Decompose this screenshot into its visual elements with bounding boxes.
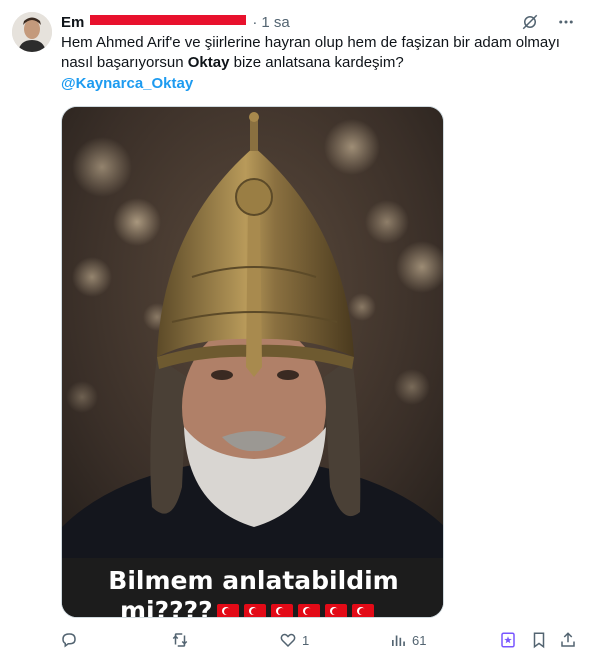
highlight-icon — [499, 631, 517, 649]
flag-emoji-row — [216, 603, 374, 617]
timestamp[interactable]: 1 sa — [261, 14, 289, 31]
like-count: 1 — [302, 632, 310, 648]
grok-icon[interactable] — [520, 12, 540, 32]
tweet-text-line1: Hem Ahmed Arif'e ve şiirlerine hayran ol… — [61, 34, 560, 51]
highlight-button[interactable] — [499, 626, 517, 654]
turkey-flag-icon — [351, 603, 374, 617]
tweet[interactable]: Em · 1 sa Hem Ahmed Arif'e ve şiirlerine… — [0, 0, 590, 661]
image-caption-line1: Bilmem anlatabildim — [108, 566, 399, 595]
tweet-text-part: nasıl başarıyorsun — [61, 54, 188, 71]
tweet-text-part: bize anlatsana kardeşim? — [229, 54, 404, 71]
separator-dot: · — [252, 13, 258, 31]
turkey-flag-icon — [216, 603, 239, 617]
reply-button[interactable] — [60, 626, 83, 654]
image-caption-line2: mi???? — [120, 596, 374, 618]
share-icon — [559, 631, 577, 649]
tweet-text: Hem Ahmed Arif'e ve şiirlerine hayran ol… — [61, 33, 571, 73]
turkey-flag-icon — [324, 603, 347, 617]
share-button[interactable] — [559, 626, 577, 654]
redaction-bar — [90, 15, 247, 25]
reply-icon — [60, 631, 78, 649]
like-button[interactable]: 1 — [279, 626, 309, 654]
tweet-text-bold: Oktay — [187, 54, 230, 71]
avatar[interactable] — [12, 12, 52, 52]
author-name[interactable]: Em — [61, 14, 84, 31]
tweet-image[interactable]: Bilmem anlatabildim mi???? — [61, 106, 444, 618]
image-caption-text: mi???? — [120, 596, 213, 618]
more-icon[interactable] — [556, 12, 576, 32]
retweet-button[interactable] — [170, 626, 195, 654]
like-icon — [279, 631, 297, 649]
helmet-portrait-image — [62, 107, 443, 617]
tweet-text-line2: nasıl başarıyorsun Oktay bize anlatsana … — [61, 53, 571, 73]
tweet-header: Em · 1 sa — [61, 12, 290, 32]
turkey-flag-icon — [270, 603, 293, 617]
turkey-flag-icon — [297, 603, 320, 617]
turkey-flag-icon — [243, 603, 266, 617]
tweet-top-icons — [520, 12, 576, 32]
views-button[interactable]: 61 — [389, 626, 426, 654]
tweet-actions: 1 61 — [54, 626, 584, 654]
bookmark-icon — [530, 631, 548, 649]
views-count: 61 — [412, 632, 427, 648]
views-icon — [389, 631, 407, 649]
bookmark-button[interactable] — [530, 626, 548, 654]
mention-link[interactable]: @Kaynarca_Oktay — [61, 74, 193, 94]
retweet-icon — [170, 631, 190, 649]
